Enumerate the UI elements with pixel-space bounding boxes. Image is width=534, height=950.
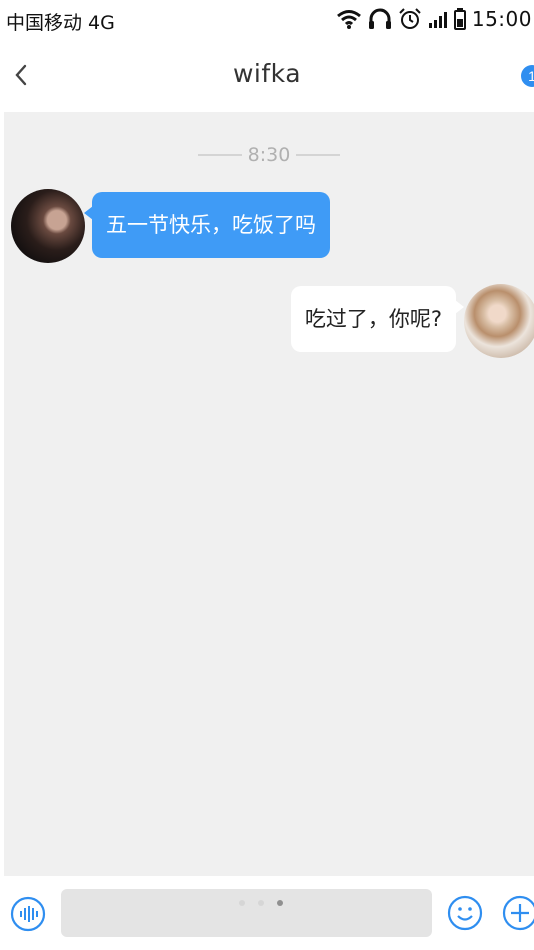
divider-line-right [296, 154, 341, 156]
page-dots [239, 900, 283, 906]
plus-button[interactable] [502, 895, 534, 931]
headphones-icon [368, 8, 391, 29]
voice-icon [10, 896, 46, 932]
time-divider: 8:30 [4, 144, 534, 166]
my-avatar[interactable] [464, 284, 534, 358]
voice-button[interactable] [10, 896, 46, 932]
time-divider-label: 8:30 [247, 144, 291, 166]
battery-icon [453, 8, 466, 30]
divider-line-left [197, 154, 242, 156]
status-icons: 15:00 [336, 6, 534, 32]
emoji-icon [447, 895, 483, 931]
page-dot-active [277, 900, 283, 906]
message-input[interactable] [61, 889, 432, 937]
profile-badge-count: 1 [528, 68, 534, 84]
incoming-message-bubble[interactable]: 五一节快乐，吃饭了吗 [84, 192, 330, 258]
status-bar: 中国移动 4G 15:00 [0, 0, 534, 40]
contact-avatar[interactable] [11, 189, 85, 263]
emoji-button[interactable] [447, 895, 483, 931]
chat-area[interactable]: 8:30 五一节快乐，吃饭了吗 吃过了，你呢? [4, 112, 534, 876]
nav-bar: wifka 1 [0, 40, 534, 112]
status-time: 15:00 [471, 7, 532, 31]
signal-icon [428, 12, 447, 28]
page-dot [258, 900, 264, 906]
profile-button[interactable]: 1 [520, 64, 534, 88]
page-dot [239, 900, 245, 906]
input-bar [0, 876, 534, 950]
alarm-icon [399, 8, 421, 29]
page-title: wifka [232, 59, 302, 88]
profile-badge-icon: 1 [521, 65, 534, 87]
carrier-label: 中国移动 4G [6, 12, 115, 34]
wifi-icon [336, 10, 361, 29]
plus-icon [502, 895, 534, 931]
outgoing-message-bubble[interactable]: 吃过了，你呢? [290, 286, 465, 352]
